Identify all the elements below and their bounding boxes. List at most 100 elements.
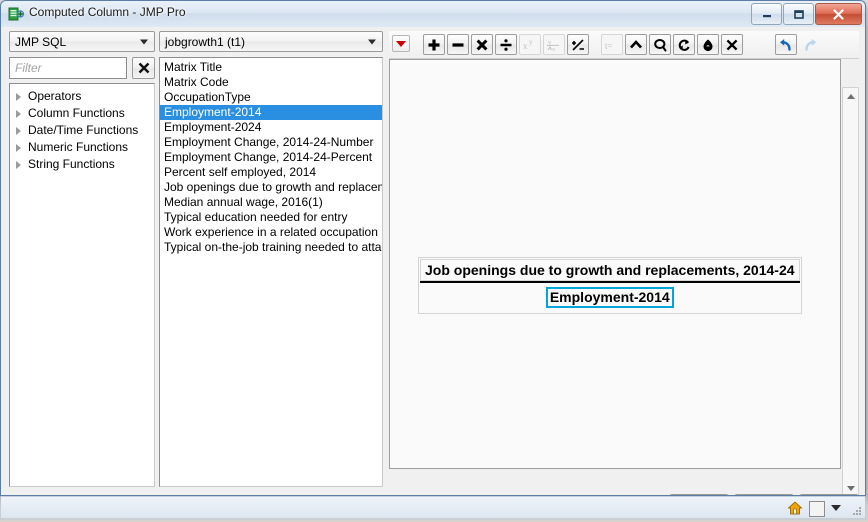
divide-button[interactable] (495, 34, 517, 55)
list-item[interactable]: Matrix Code (160, 75, 382, 90)
svg-text:x: x (552, 46, 556, 52)
column-list-panel[interactable]: Matrix Title Matrix Code OccupationType … (159, 57, 383, 487)
computed-column-dialog: Computed Column - JMP Pro JMP SQL Filter… (0, 0, 866, 496)
x-to-the-y-icon: x y (523, 38, 533, 51)
home-icon[interactable] (787, 500, 803, 516)
redo-arrow-icon (805, 38, 816, 51)
minus-button[interactable] (447, 34, 469, 55)
collapsed-triangle-icon[interactable] (16, 110, 21, 118)
table-selector[interactable]: jobgrowth1 (t1) (159, 31, 383, 52)
paste-button[interactable] (697, 34, 719, 55)
minimize-button[interactable] (751, 3, 782, 25)
list-item[interactable]: Median annual wage, 2016(1) (160, 195, 382, 210)
selected-term[interactable]: Employment-2014 (545, 287, 674, 308)
multiply-icon (476, 39, 488, 50)
list-item[interactable]: Matrix Title (160, 60, 382, 75)
collapsed-triangle-icon[interactable] (16, 127, 21, 135)
list-item[interactable]: Job openings due to growth and replaceme… (160, 180, 382, 195)
formula-editor-pane: x y y x t= Job openings due to growth an… (389, 31, 859, 495)
dialog-client-area: JMP SQL Filter Operators Column Function… (1, 27, 865, 495)
list-item[interactable]: Typical on-the-job training needed to at… (160, 240, 382, 255)
function-tree-panel[interactable]: Operators Column Functions Date/Time Fun… (9, 83, 155, 487)
lasso-icon (654, 38, 667, 51)
list-item[interactable]: Percent self employed, 2014 (160, 165, 382, 180)
tree-item-operators[interactable]: Operators (10, 88, 154, 105)
language-selector-value: JMP SQL (15, 34, 67, 49)
divide-icon (500, 38, 512, 51)
status-bar (1, 496, 865, 518)
table-selector-value: jobgrowth1 (t1) (165, 34, 246, 49)
chevron-down-icon (368, 39, 376, 44)
filter-input[interactable]: Filter (9, 57, 127, 79)
clear-x-icon (138, 62, 149, 74)
redo-button (799, 34, 821, 55)
swap-arrows-icon (678, 39, 690, 51)
t-equals-icon: t= (605, 41, 613, 51)
window-controls (751, 3, 862, 25)
list-item[interactable]: OccupationType (160, 90, 382, 105)
toolbar-history-group (775, 34, 821, 55)
resize-grip-icon[interactable] (850, 504, 862, 516)
vertical-scroll-thumb[interactable] (843, 104, 858, 480)
delete-button[interactable] (721, 34, 743, 55)
tree-item-string-functions[interactable]: String Functions (10, 156, 154, 173)
minus-icon (452, 42, 464, 47)
list-item-selected[interactable]: Employment-2014 (160, 105, 382, 120)
equation-button: t= (601, 34, 623, 55)
fraction-numerator[interactable]: Job openings due to growth and replaceme… (420, 259, 800, 281)
collapsed-triangle-icon[interactable] (16, 93, 21, 101)
fraction: Job openings due to growth and replaceme… (420, 259, 800, 312)
nth-root-icon: y x (547, 39, 559, 52)
language-selector[interactable]: JMP SQL (9, 31, 155, 52)
tree-item-label: Date/Time Functions (28, 123, 139, 137)
peel-button[interactable] (649, 34, 671, 55)
list-item[interactable]: Typical education needed for entry (160, 210, 382, 225)
dialog-button-row: OK Cancel Help (1, 489, 865, 495)
filter-clear-button[interactable] (132, 57, 155, 79)
jmp-column-icon (8, 6, 25, 22)
function-tree: Operators Column Functions Date/Time Fun… (10, 84, 154, 173)
tree-item-column-functions[interactable]: Column Functions (10, 105, 154, 122)
paste-clipboard-icon (703, 39, 713, 51)
plus-minus-icon (572, 38, 584, 51)
chevron-down-icon[interactable] (831, 505, 841, 511)
scroll-up-arrow-icon[interactable] (843, 88, 858, 104)
tree-item-label: Numeric Functions (28, 140, 129, 154)
undo-button[interactable] (775, 34, 797, 55)
insert-above-button[interactable] (625, 34, 647, 55)
fraction-denominator[interactable]: Employment-2014 (420, 283, 800, 312)
sign-toggle-button[interactable] (567, 34, 589, 55)
chevron-down-icon (140, 39, 148, 44)
caret-up-icon (630, 39, 642, 48)
filter-row: Filter (9, 57, 155, 79)
title-bar[interactable]: Computed Column - JMP Pro (1, 1, 865, 28)
close-button[interactable] (815, 3, 862, 25)
plus-button[interactable] (423, 34, 445, 55)
svg-text:y: y (529, 38, 533, 46)
red-triangle-menu-icon[interactable] (392, 35, 410, 52)
tree-item-date-time-functions[interactable]: Date/Time Functions (10, 122, 154, 139)
delete-x-icon (726, 39, 738, 50)
undo-arrow-icon (780, 38, 791, 51)
svg-text:x: x (523, 41, 528, 51)
window-title: Computed Column - JMP Pro (29, 5, 186, 19)
maximize-button[interactable] (783, 3, 814, 25)
root-button: y x (543, 34, 565, 55)
tree-item-label: Column Functions (28, 106, 125, 120)
list-item[interactable]: Work experience in a related occupation (160, 225, 382, 240)
multiply-button[interactable] (471, 34, 493, 55)
list-item[interactable]: Employment Change, 2014-24-Percent (160, 150, 382, 165)
column-list: Matrix Title Matrix Code OccupationType … (160, 58, 382, 486)
tree-item-numeric-functions[interactable]: Numeric Functions (10, 139, 154, 156)
vertical-scrollbar[interactable] (842, 87, 859, 495)
formula-canvas[interactable]: Job openings due to growth and replaceme… (389, 59, 841, 469)
collapsed-triangle-icon[interactable] (16, 161, 21, 169)
tree-item-label: Operators (28, 89, 82, 103)
box-icon[interactable] (809, 501, 825, 517)
toolbar-edit-group: t= (601, 34, 743, 55)
formula-expression[interactable]: Job openings due to growth and replaceme… (418, 257, 802, 314)
list-item[interactable]: Employment-2024 (160, 120, 382, 135)
collapsed-triangle-icon[interactable] (16, 144, 21, 152)
swap-button[interactable] (673, 34, 695, 55)
list-item[interactable]: Employment Change, 2014-24-Number (160, 135, 382, 150)
